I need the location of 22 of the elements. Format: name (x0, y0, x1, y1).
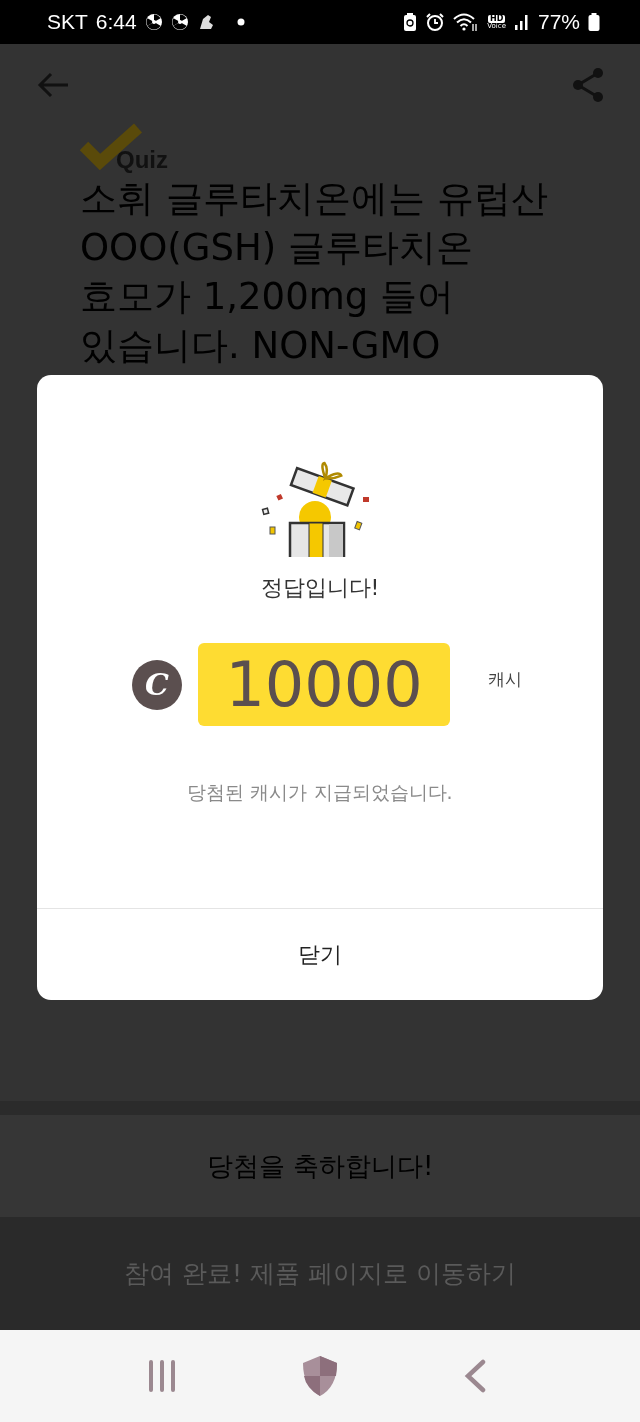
share-icon (570, 66, 606, 104)
close-button[interactable]: 닫기 (37, 909, 603, 1000)
recycle-battery-icon (403, 12, 418, 32)
dot-icon (236, 18, 245, 26)
fan-icon (144, 13, 163, 31)
coin-icon: C (132, 659, 182, 710)
amount-display: 10000 (198, 643, 450, 726)
unit-label: 캐시 (488, 668, 522, 691)
wifi-icon (453, 12, 480, 32)
battery-icon (588, 12, 600, 32)
shield-icon (302, 1355, 338, 1397)
carrier-label: SKT (47, 10, 88, 34)
signal-icon (513, 13, 530, 31)
dialog-message: 당첨된 캐시가 지급되었습니다. (187, 780, 453, 805)
back-arrow-icon (36, 71, 70, 99)
chevron-left-icon (463, 1359, 488, 1393)
dialog-title: 정답입니다! (260, 574, 380, 602)
alarm-icon (425, 12, 446, 32)
battery-percent: 77% (537, 10, 580, 34)
clock-time: 6:44 (95, 10, 137, 34)
fan-icon (170, 13, 189, 31)
three-lines-icon (146, 1360, 177, 1392)
